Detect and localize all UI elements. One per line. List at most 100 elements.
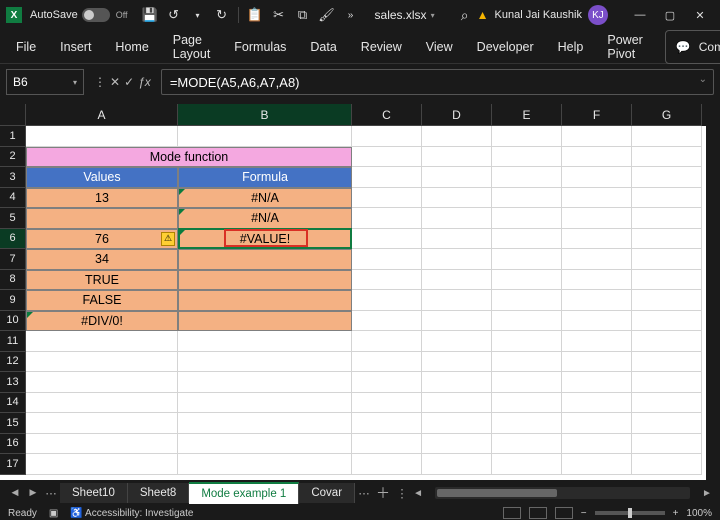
sheet-tab[interactable]: Sheet8 — [128, 483, 189, 503]
cell[interactable] — [492, 434, 562, 455]
cell[interactable] — [492, 249, 562, 270]
tab-data[interactable]: Data — [308, 34, 338, 60]
cell[interactable] — [352, 372, 422, 393]
cell[interactable] — [178, 413, 352, 434]
cell[interactable] — [352, 311, 422, 332]
sheet-nav-next[interactable]: ► — [24, 487, 42, 499]
row-header[interactable]: 7 — [0, 249, 26, 270]
cell[interactable] — [632, 454, 702, 475]
cut-icon[interactable]: ✂ — [269, 5, 289, 25]
cell[interactable] — [492, 208, 562, 229]
fx-icon[interactable]: ƒx — [138, 75, 151, 89]
cell[interactable] — [632, 126, 702, 147]
cell[interactable] — [26, 372, 178, 393]
cell-header-values[interactable]: Values — [26, 167, 178, 188]
cell[interactable] — [352, 454, 422, 475]
cell-header-formula[interactable]: Formula — [178, 167, 352, 188]
cell[interactable] — [352, 208, 422, 229]
cell[interactable] — [178, 290, 352, 311]
cell[interactable] — [562, 270, 632, 291]
sheet-tab[interactable]: Sheet10 — [60, 483, 128, 503]
select-all-corner[interactable] — [0, 104, 26, 126]
chevron-down-icon[interactable]: ▾ — [73, 78, 77, 87]
row-header[interactable]: 5 — [0, 208, 26, 229]
cell[interactable] — [352, 352, 422, 373]
cell[interactable] — [178, 270, 352, 291]
cell[interactable] — [352, 126, 422, 147]
grid-body[interactable]: 1 2 Mode function 3 Values Formula 4 13 … — [0, 126, 720, 480]
cell[interactable] — [562, 393, 632, 414]
cell[interactable] — [632, 208, 702, 229]
tab-power-pivot[interactable]: Power Pivot — [605, 27, 644, 67]
row-header[interactable]: 2 — [0, 147, 26, 168]
expand-formula-icon[interactable]: ⌄ — [699, 74, 707, 85]
filename-display[interactable]: sales.xlsx ▾ — [375, 8, 435, 22]
cell-merged-title[interactable]: Mode function — [26, 147, 352, 168]
cell[interactable] — [562, 147, 632, 168]
cell[interactable] — [422, 413, 492, 434]
row-header[interactable]: 12 — [0, 352, 26, 373]
cell[interactable] — [26, 413, 178, 434]
cell[interactable] — [632, 270, 702, 291]
row-header[interactable]: 6 — [0, 229, 26, 250]
cell[interactable] — [352, 290, 422, 311]
cell[interactable] — [26, 434, 178, 455]
cell[interactable] — [352, 270, 422, 291]
tab-formulas[interactable]: Formulas — [232, 34, 288, 60]
cell[interactable] — [26, 126, 178, 147]
cell[interactable] — [422, 229, 492, 250]
cell[interactable] — [562, 454, 632, 475]
cell[interactable] — [352, 413, 422, 434]
save-icon[interactable]: 💾 — [140, 5, 160, 25]
row-header[interactable]: 10 — [0, 311, 26, 332]
undo-icon[interactable]: ↺ — [164, 5, 184, 25]
cell[interactable] — [632, 311, 702, 332]
cell[interactable] — [492, 126, 562, 147]
scrollbar-thumb[interactable] — [437, 489, 557, 497]
row-header[interactable]: 8 — [0, 270, 26, 291]
cell[interactable] — [352, 249, 422, 270]
cell[interactable] — [422, 290, 492, 311]
cell[interactable] — [562, 126, 632, 147]
cell[interactable] — [352, 188, 422, 209]
cell[interactable]: #N/A — [178, 208, 352, 229]
cell[interactable] — [562, 188, 632, 209]
tab-help[interactable]: Help — [556, 34, 586, 60]
cell[interactable] — [178, 352, 352, 373]
zoom-out-icon[interactable]: − — [581, 508, 587, 519]
sheet-divider-icon[interactable]: ⋮ — [393, 486, 411, 500]
formula-adjust-icon[interactable]: ⋮ — [94, 75, 106, 89]
comments-button[interactable]: 💬 Comments — [665, 30, 720, 64]
format-painter-icon[interactable]: 🖌 — [317, 5, 337, 25]
maximize-button[interactable]: ▢ — [656, 3, 684, 27]
cell[interactable] — [562, 208, 632, 229]
cell[interactable] — [352, 434, 422, 455]
row-header[interactable]: 17 — [0, 454, 26, 475]
col-header-g[interactable]: G — [632, 104, 702, 126]
cell[interactable]: TRUE — [26, 270, 178, 291]
view-page-break-icon[interactable] — [555, 507, 573, 519]
cell[interactable] — [492, 147, 562, 168]
row-header[interactable]: 4 — [0, 188, 26, 209]
cell[interactable] — [632, 372, 702, 393]
cell[interactable] — [422, 311, 492, 332]
tab-insert[interactable]: Insert — [58, 34, 93, 60]
cell[interactable] — [492, 290, 562, 311]
cell[interactable] — [422, 454, 492, 475]
cell[interactable] — [178, 249, 352, 270]
cancel-icon[interactable]: ✕ — [110, 75, 120, 89]
tab-view[interactable]: View — [424, 34, 455, 60]
cell[interactable] — [178, 434, 352, 455]
tab-review[interactable]: Review — [359, 34, 404, 60]
sheet-nav-prev[interactable]: ◄ — [6, 487, 24, 499]
cell[interactable] — [562, 352, 632, 373]
sheet-nav-menu[interactable]: ⋯ — [42, 486, 60, 500]
clipboard-icon[interactable]: 📋 — [245, 5, 265, 25]
cell[interactable] — [178, 372, 352, 393]
cell[interactable] — [632, 290, 702, 311]
cell[interactable] — [562, 413, 632, 434]
redo-icon[interactable]: ↻ — [212, 5, 232, 25]
cell[interactable] — [562, 167, 632, 188]
vertical-scrollbar[interactable] — [706, 104, 720, 480]
autosave-toggle[interactable]: AutoSave Off — [30, 8, 128, 22]
